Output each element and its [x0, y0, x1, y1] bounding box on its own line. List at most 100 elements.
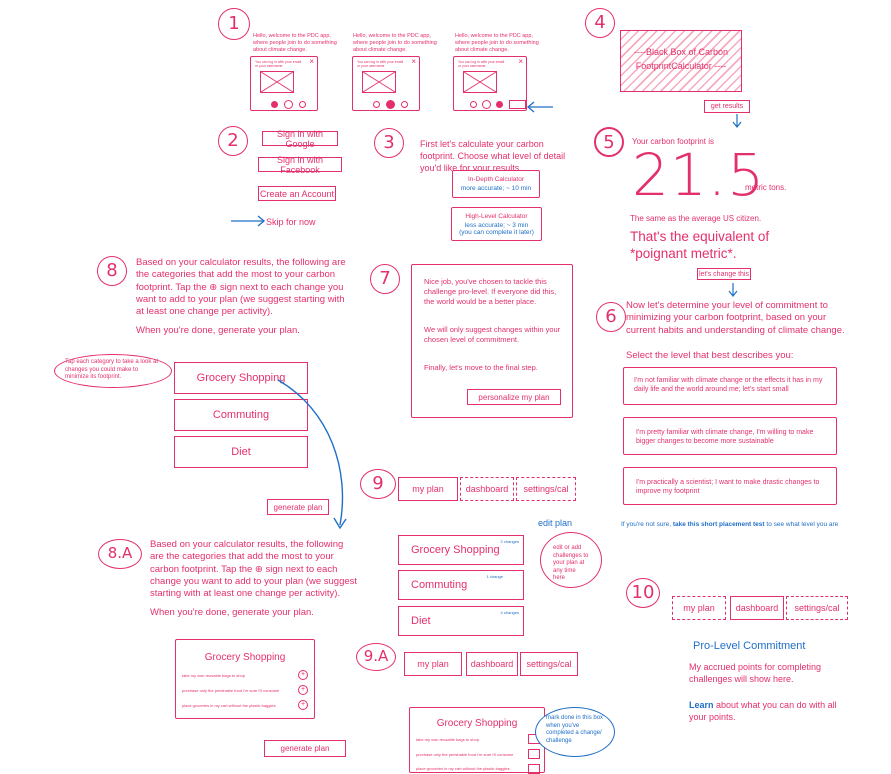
tab-my-plan[interactable]: my plan	[398, 477, 458, 501]
personalize-plan-button[interactable]: personalize my plan	[467, 389, 561, 405]
placement-test-link[interactable]: take this short placement test	[673, 521, 765, 528]
close-icon[interactable]: ×	[309, 57, 314, 66]
carousel-dot-1[interactable]	[271, 101, 278, 108]
done-checkbox[interactable]	[528, 764, 540, 774]
edit-note-bubble: edit or add challenges to your plan at a…	[540, 532, 602, 588]
step-8a-badge: 8.A	[98, 539, 142, 569]
add-plus-icon[interactable]: +	[298, 685, 308, 695]
tab-settings[interactable]: settings/cal	[516, 477, 576, 501]
plan-category-grocery[interactable]: Grocery Shopping 2 changes	[398, 535, 524, 565]
commitment-select-label: Select the level that best describes you…	[626, 350, 794, 361]
lets-change-button[interactable]: let's change this	[697, 268, 751, 280]
calc-intro: First let's calculate your carbon footpr…	[420, 139, 566, 174]
generate-plan-button-8a[interactable]: generate plan	[264, 740, 346, 757]
plan-category-commuting-label: Commuting	[411, 579, 468, 591]
tab-dashboard[interactable]: dashboard	[730, 596, 784, 620]
done-checkbox[interactable]	[528, 749, 540, 759]
carousel-dot-2[interactable]	[386, 100, 395, 109]
blackbox-line-2: FootprintCalculator ----	[635, 61, 727, 72]
highlevel-title: High-Level Calculator	[465, 213, 528, 220]
image-placeholder-icon	[260, 71, 294, 93]
tab-my-plan[interactable]: my plan	[404, 652, 462, 676]
google-signin-button[interactable]: Sign in with Google	[262, 129, 338, 149]
carousel-dot-1[interactable]	[373, 101, 380, 108]
plan-category-commuting[interactable]: Commuting 1 change	[398, 570, 524, 600]
tab-my-plan[interactable]: my plan	[672, 596, 726, 620]
popup-header-2: You can log in with your email or your u…	[357, 60, 404, 69]
get-results-button[interactable]: get results	[704, 100, 750, 113]
commitment-option-pro[interactable]: I'm practically a scientist; I want to m…	[623, 467, 837, 505]
arrow-left-icon	[526, 101, 553, 113]
step-2-badge: 2	[218, 126, 248, 156]
done-note-bubble: mark done in this box when you've comple…	[535, 707, 615, 757]
close-icon[interactable]: ×	[518, 57, 523, 66]
step7-card: Nice job, you've chosen to tackle this c…	[411, 264, 573, 418]
step8a-done: When you're done, generate your plan.	[150, 607, 314, 618]
carousel-dot-2[interactable]	[482, 100, 491, 109]
indepth-title: In-Depth Calculator	[468, 176, 524, 183]
tab-dashboard[interactable]: dashboard	[460, 477, 514, 501]
tab-settings[interactable]: settings/cal	[520, 652, 578, 676]
carousel-dot-1[interactable]	[470, 101, 477, 108]
learn-link[interactable]: Learn	[689, 700, 714, 710]
commitment-option-starter[interactable]: I'm not familiar with climate change or …	[623, 367, 837, 405]
learn-text: Learn about what you can do with all you…	[689, 699, 839, 723]
step-7-badge: 7	[370, 264, 400, 294]
plan-category-grocery-count: 2 changes	[500, 539, 519, 544]
step-9a-badge: 9.A	[356, 643, 396, 671]
step7-p1: Nice job, you've chosen to tackle this c…	[424, 277, 557, 307]
step7-p3: Finally, let's move to the final step.	[424, 363, 538, 372]
equivalent-text: That's the equivalent of *poignant metri…	[630, 229, 769, 263]
plan-category-diet-count: 4 changes	[500, 610, 519, 615]
welcome-screen-1: You can log in with your email or your u…	[250, 56, 318, 111]
carousel-dot-3[interactable]	[299, 101, 306, 108]
footprint-unit: metric tons.	[745, 183, 787, 192]
skip-link[interactable]: Skip for now	[266, 217, 316, 227]
arrow-down-icon	[728, 283, 738, 297]
step8-intro: Based on your calculator results, the fo…	[136, 257, 346, 318]
add-plus-icon[interactable]: +	[298, 700, 308, 710]
step8a-item-3: place groceries in my cart without the p…	[182, 703, 276, 708]
facebook-signin-button[interactable]: Sign in with Facebook	[258, 155, 342, 175]
image-placeholder-icon	[362, 71, 396, 93]
carousel-dot-3[interactable]	[401, 101, 408, 108]
welcome-text-3: Hello, welcome to the PDC app, where peo…	[455, 33, 539, 53]
step7-p2: We will only suggest changes within your…	[424, 325, 561, 345]
points-text: My accrued points for completing challen…	[689, 662, 822, 685]
tip-bubble: Tap each category to take a look at chan…	[54, 354, 172, 388]
create-account-button[interactable]: Create an Account	[258, 186, 336, 201]
plan-category-diet[interactable]: Diet 4 changes	[398, 606, 524, 636]
placement-test-note: If you're not sure, take this short plac…	[621, 521, 838, 528]
average-compare: The same as the average US citizen.	[630, 214, 762, 223]
equivalent-line-1: That's the equivalent of	[630, 229, 770, 244]
step8a-item-1: take my own reusable bags to shop	[182, 673, 245, 678]
highlevel-sub2: (you can complete it later)	[459, 229, 534, 236]
step8a-card-title: Grocery Shopping	[204, 652, 286, 663]
commitment-intro: Now let's determine your level of commit…	[626, 300, 845, 336]
carousel-dot-2[interactable]	[284, 100, 293, 109]
step-9-badge: 9	[360, 469, 396, 499]
carousel-dot-3[interactable]	[496, 101, 503, 108]
welcome-screen-3: You can log in with your email or your u…	[453, 56, 527, 111]
close-icon[interactable]: ×	[411, 57, 416, 66]
tab-settings[interactable]: settings/cal	[786, 596, 848, 620]
commitment-option-intermediate[interactable]: I'm pretty familiar with climate change,…	[623, 417, 837, 455]
step-5-badge: 5	[594, 127, 624, 157]
add-plus-icon[interactable]: +	[298, 670, 308, 680]
popup-header-3: You can log in with your email or your u…	[458, 60, 505, 69]
step-8-badge: 8	[97, 256, 127, 286]
edit-plan-link[interactable]: edit plan	[538, 518, 572, 528]
plan-category-commuting-count: 1 change	[486, 574, 503, 579]
step-6-badge: 6	[596, 302, 626, 332]
step9a-item-1: take my own reusable bags to shop	[416, 737, 479, 742]
flow-arrow-icon	[277, 379, 347, 530]
indepth-calculator-button[interactable]: In-Depth Calculator more accurate; ~ 10 …	[452, 170, 540, 198]
tab-dashboard[interactable]: dashboard	[466, 652, 518, 676]
step9a-card: Grocery Shopping take my own reusable ba…	[409, 707, 545, 774]
next-button[interactable]	[509, 100, 526, 109]
arrow-right-icon	[231, 215, 266, 227]
step9a-item-2: purchase only the perishable food I'm su…	[416, 752, 514, 757]
highlevel-calculator-button[interactable]: High-Level Calculator less accurate; ~ 3…	[451, 207, 542, 241]
plan-category-grocery-label: Grocery Shopping	[411, 544, 500, 556]
image-placeholder-icon	[463, 71, 497, 93]
